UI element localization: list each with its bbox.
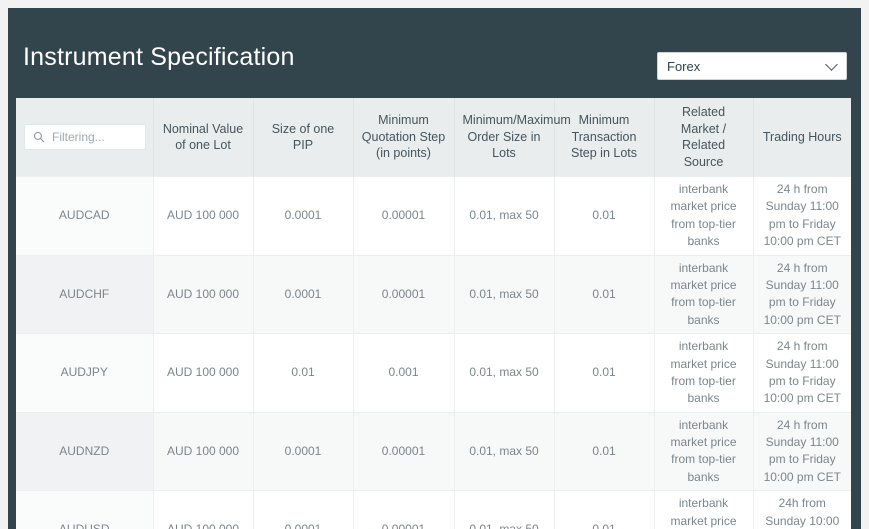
cell-trading-hours: 24 h from Sunday 11:00 pm to Friday 10:0… — [753, 176, 851, 256]
cell-related-market: interbank market price from top-tier ban… — [654, 333, 754, 413]
cell-quotation-step: 0.00001 — [353, 254, 455, 334]
table-row[interactable]: AUDUSDAUD 100 0000.00010.000010.01, max … — [16, 490, 851, 529]
instrument-category-selected-label: Forex — [667, 58, 701, 74]
column-header-filter — [16, 98, 154, 177]
cell-pip-size: 0.0001 — [253, 254, 354, 334]
column-header-quotation-step: Minimum Quotation Step (in points) — [353, 98, 455, 177]
cell-transaction-step: 0.01 — [554, 254, 655, 334]
cell-related-market: interbank market price from top-tier ban… — [654, 490, 754, 529]
cell-trading-hours: 24 h from Sunday 11:00 pm to Friday 10:0… — [753, 254, 851, 334]
cell-order-size: 0.01, max 50 — [454, 254, 555, 334]
cell-order-size: 0.01, max 50 — [454, 333, 555, 413]
column-header-nominal-value: Nominal Value of one Lot — [153, 98, 254, 177]
cell-pip-size: 0.01 — [253, 333, 354, 413]
cell-nominal-value: AUD 100 000 — [153, 490, 254, 529]
cell-related-market: interbank market price from top-tier ban… — [654, 254, 754, 334]
table-row[interactable]: AUDCHF AUD 100 000 0.0001 0.00001 0.01, max … — [16, 254, 851, 334]
cell-symbol[interactable]: AUDJPY — [16, 333, 154, 413]
cell-quotation-step: 0.001 — [353, 333, 455, 413]
cell-trading-hours: 24 h from Sunday 11:00 pm to Friday 10:0… — [753, 411, 851, 491]
instrument-selector-wrap: Forex — [657, 52, 847, 80]
column-header-order-size: Minimum/Maximum Order Size in Lots — [454, 98, 571, 177]
filter-input[interactable] — [52, 130, 137, 144]
chevron-down-icon — [825, 58, 838, 71]
cell-trading-hours: 24 h from Sunday 11:00 pm to Friday 10:0… — [753, 333, 851, 413]
cell-symbol[interactable]: AUDUSD — [16, 490, 154, 529]
table-body: AUDCAD AUD 100 000 0.0001 0.00001 0.01, max … — [16, 176, 851, 529]
column-header-trading-hours: Trading Hours — [753, 98, 851, 177]
cell-order-size: 0.01, max 50 — [454, 490, 555, 529]
column-header-pip-size: Size of one PIP — [253, 98, 354, 177]
column-header-related-market: Related Market / Related Source — [654, 98, 754, 177]
cell-transaction-step: 0.01 — [554, 411, 655, 491]
instrument-category-select[interactable]: Forex — [657, 52, 847, 80]
table-row[interactable]: AUDJPY AUD 100 000 0.01 0.001 0.01, max 50 0.… — [16, 333, 851, 413]
filter-box[interactable] — [24, 124, 146, 150]
cell-nominal-value: AUD 100 000 — [153, 333, 254, 413]
page-title: Instrument Specification — [23, 43, 295, 71]
cell-transaction-step: 0.01 — [554, 333, 655, 413]
cell-transaction-step: 0.01 — [554, 176, 655, 256]
cell-nominal-value: AUD 100 000 — [153, 254, 254, 334]
cell-transaction-step: 0.01 — [554, 490, 655, 529]
cell-symbol[interactable]: AUDNZD — [16, 411, 154, 491]
cell-quotation-step: 0.00001 — [353, 176, 455, 256]
table-header-row: Nominal Value of one Lot Size of one PIP… — [16, 98, 851, 177]
cell-nominal-value: AUD 100 000 — [153, 411, 254, 491]
table-row[interactable]: AUDCAD AUD 100 000 0.0001 0.00001 0.01, max … — [16, 176, 851, 256]
cell-symbol[interactable]: AUDCHF — [16, 254, 154, 334]
cell-related-market: interbank market price from top-tier ban… — [654, 411, 754, 491]
cell-quotation-step: 0.00001 — [353, 490, 455, 529]
cell-quotation-step: 0.00001 — [353, 411, 455, 491]
panel-header: Instrument Specification Forex — [8, 8, 861, 98]
cell-trading-hours: 24h from Sunday 10:00 pm to Friday 9:00 … — [753, 490, 851, 529]
column-header-transaction-step: Minimum Transaction Step in Lots — [554, 98, 655, 177]
cell-related-market: interbank market price from top-tier ban… — [654, 176, 754, 256]
instrument-table-container: Nominal Value of one Lot Size of one PIP… — [16, 98, 851, 529]
cell-nominal-value: AUD 100 000 — [153, 176, 254, 256]
cell-order-size: 0.01, max 50 — [454, 411, 555, 491]
page-root: Instrument Specification Forex Filtering… — [0, 0, 869, 529]
search-icon — [33, 131, 45, 143]
cell-order-size: 0.01, max 50 — [454, 176, 555, 256]
instrument-specification-table: Nominal Value of one Lot Size of one PIP… — [16, 98, 851, 529]
instrument-specification-panel: Instrument Specification Forex Filtering… — [8, 8, 861, 529]
table-row[interactable]: AUDNZD AUD 100 000 0.0001 0.00001 0.01, max … — [16, 411, 851, 491]
cell-pip-size: 0.0001 — [253, 411, 354, 491]
table-header: Nominal Value of one Lot Size of one PIP… — [16, 98, 851, 177]
cell-pip-size: 0.0001 — [253, 176, 354, 256]
cell-pip-size: 0.0001 — [253, 490, 354, 529]
cell-symbol[interactable]: AUDCAD — [16, 176, 154, 256]
